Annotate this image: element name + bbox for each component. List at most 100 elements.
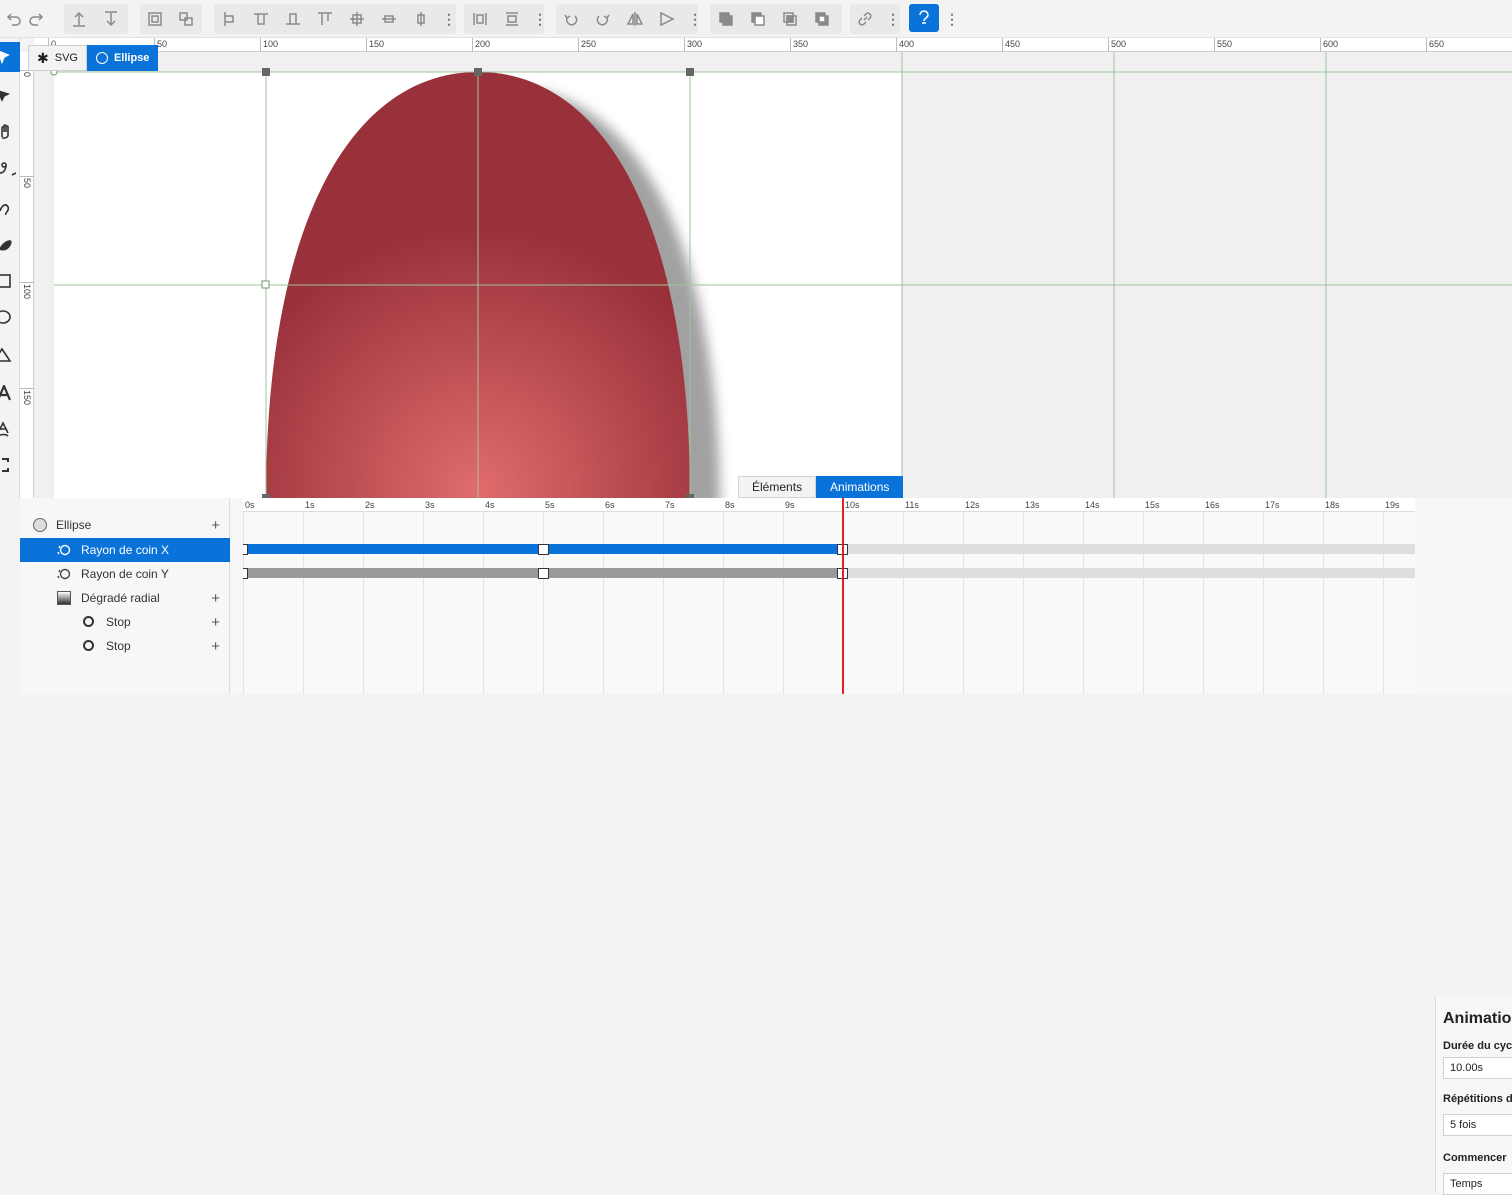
playhead[interactable] <box>842 498 844 694</box>
rectangle-icon[interactable] <box>0 266 20 296</box>
move-up-layer-icon[interactable] <box>66 6 92 32</box>
layer-rayon-y[interactable]: Rayon de coin Y <box>20 562 230 586</box>
select-tool-icon[interactable] <box>0 42 20 72</box>
props-title: Animation <box>1443 1010 1512 1027</box>
more-icon[interactable]: ⋮ <box>886 10 900 28</box>
ruler-tick <box>20 176 34 177</box>
distribute-v-icon[interactable] <box>499 6 525 32</box>
ruler-tick <box>1214 38 1215 52</box>
ruler-label: 600 <box>1323 39 1339 49</box>
start-select[interactable]: Temps <box>1443 1173 1512 1195</box>
intersect-icon[interactable] <box>777 6 803 32</box>
subtract-icon[interactable] <box>745 6 771 32</box>
flip-v-icon[interactable] <box>654 6 680 32</box>
undo-icon[interactable] <box>0 6 26 32</box>
more-icon[interactable]: ⋮ <box>945 10 959 28</box>
text-icon[interactable] <box>0 378 20 408</box>
cycle-label: Durée du cycle <box>1443 1040 1512 1052</box>
layer-label: Stop <box>106 615 131 629</box>
keyframe[interactable] <box>538 568 549 579</box>
move-down-layer-icon[interactable] <box>98 6 124 32</box>
ruler-tick <box>472 38 473 52</box>
layer-list: Ellipse + Rayon de coin X Rayon de coin … <box>20 498 230 694</box>
snap-icon[interactable] <box>909 4 939 32</box>
layer-stop-1[interactable]: Stop + <box>20 610 230 634</box>
brush-icon[interactable] <box>0 230 20 260</box>
align-center-icon[interactable] <box>344 6 370 32</box>
ellipse-icon[interactable] <box>0 302 20 332</box>
polygon-icon[interactable] <box>0 340 20 370</box>
add-icon[interactable]: + <box>211 590 220 607</box>
pen-tool-icon[interactable] <box>0 154 20 184</box>
align-top-edge-icon[interactable] <box>312 6 338 32</box>
pencil-icon[interactable] <box>0 192 20 222</box>
more-icon[interactable]: ⋮ <box>442 10 456 28</box>
canvas-svg <box>50 52 1512 498</box>
ruler-label: 200 <box>475 39 491 49</box>
timeline-gridline <box>1143 498 1144 694</box>
repeat-select[interactable]: 5 fois <box>1443 1114 1512 1136</box>
keyframe[interactable] <box>243 544 248 555</box>
layer-rayon-x[interactable]: Rayon de coin X <box>20 538 230 562</box>
rotate-left-icon[interactable] <box>558 6 584 32</box>
ruler-label: 350 <box>793 39 809 49</box>
ruler-label: 550 <box>1217 39 1233 49</box>
keyframe[interactable] <box>243 568 248 579</box>
distribute-h-icon[interactable] <box>467 6 493 32</box>
more-icon[interactable]: ⋮ <box>688 10 702 28</box>
ruler-label: 500 <box>1111 39 1127 49</box>
flip-h-icon[interactable] <box>622 6 648 32</box>
timeline-ruler[interactable]: 0s 1s 2s 3s 4s 5s 6s 7s 8s 9s 10s 11s 12s 13s 14s 15s 16… <box>243 498 1415 512</box>
animation-properties: Animation Durée du cycle 10.00s Répétiti… <box>1435 996 1512 1195</box>
breadcrumb: ✱ SVG Ellipse <box>28 45 159 71</box>
add-icon[interactable]: + <box>211 638 220 655</box>
align-top-icon[interactable] <box>248 6 274 32</box>
center-handle[interactable] <box>261 280 270 289</box>
crop-icon[interactable] <box>0 450 20 480</box>
timeline[interactable]: 0s 1s 2s 3s 4s 5s 6s 7s 8s 9s 10s 11s 12s 13s 14s 15s 16… <box>243 498 1415 694</box>
align-middle-v-icon[interactable] <box>408 6 434 32</box>
timeline-gridline <box>543 498 544 694</box>
group-icon[interactable] <box>142 6 168 32</box>
cycle-input[interactable]: 10.00s <box>1443 1057 1512 1079</box>
ruler-label: 450 <box>1005 39 1021 49</box>
timeline-label: 8s <box>725 500 735 510</box>
redo-icon[interactable] <box>24 6 50 32</box>
breadcrumb-ellipse[interactable]: Ellipse <box>86 45 159 71</box>
union-icon[interactable] <box>713 6 739 32</box>
timeline-gridline <box>303 498 304 694</box>
layer-label: Rayon de coin X <box>81 543 170 557</box>
align-bottom-icon[interactable] <box>280 6 306 32</box>
layer-label: Rayon de coin Y <box>81 567 169 581</box>
ruler-label: 100 <box>263 39 279 49</box>
panel-tabs: Éléments Animations <box>738 476 904 498</box>
timeline-label: 4s <box>485 500 495 510</box>
ruler-tick <box>1320 38 1321 52</box>
align-middle-h-icon[interactable] <box>376 6 402 32</box>
node-select-icon[interactable] <box>0 80 20 110</box>
timeline-label: 6s <box>605 500 615 510</box>
text-path-icon[interactable] <box>0 414 20 444</box>
rotate-right-icon[interactable] <box>590 6 616 32</box>
ungroup-icon[interactable] <box>173 6 199 32</box>
link-icon[interactable] <box>852 6 878 32</box>
tab-animations[interactable]: Animations <box>816 476 904 498</box>
drawing-canvas[interactable] <box>34 52 1512 498</box>
keyframe[interactable] <box>538 544 549 555</box>
tab-elements[interactable]: Éléments <box>738 476 817 498</box>
timeline-label: 10s <box>845 500 860 510</box>
more-icon[interactable]: ⋮ <box>533 10 547 28</box>
exclude-icon[interactable] <box>809 6 835 32</box>
breadcrumb-svg[interactable]: ✱ SVG <box>28 45 87 71</box>
layer-gradient[interactable]: Dégradé radial + <box>20 586 230 610</box>
add-icon[interactable]: + <box>211 517 220 534</box>
hand-icon[interactable] <box>0 116 20 146</box>
breadcrumb-ellipse-label: Ellipse <box>113 52 150 64</box>
stop-icon <box>83 640 94 651</box>
layer-ellipse[interactable]: Ellipse + <box>20 513 230 537</box>
layer-stop-2[interactable]: Stop + <box>20 634 230 658</box>
ruler-tick <box>20 282 34 283</box>
timeline-gridline <box>603 498 604 694</box>
align-left-icon[interactable] <box>217 6 243 32</box>
add-icon[interactable]: + <box>211 614 220 631</box>
